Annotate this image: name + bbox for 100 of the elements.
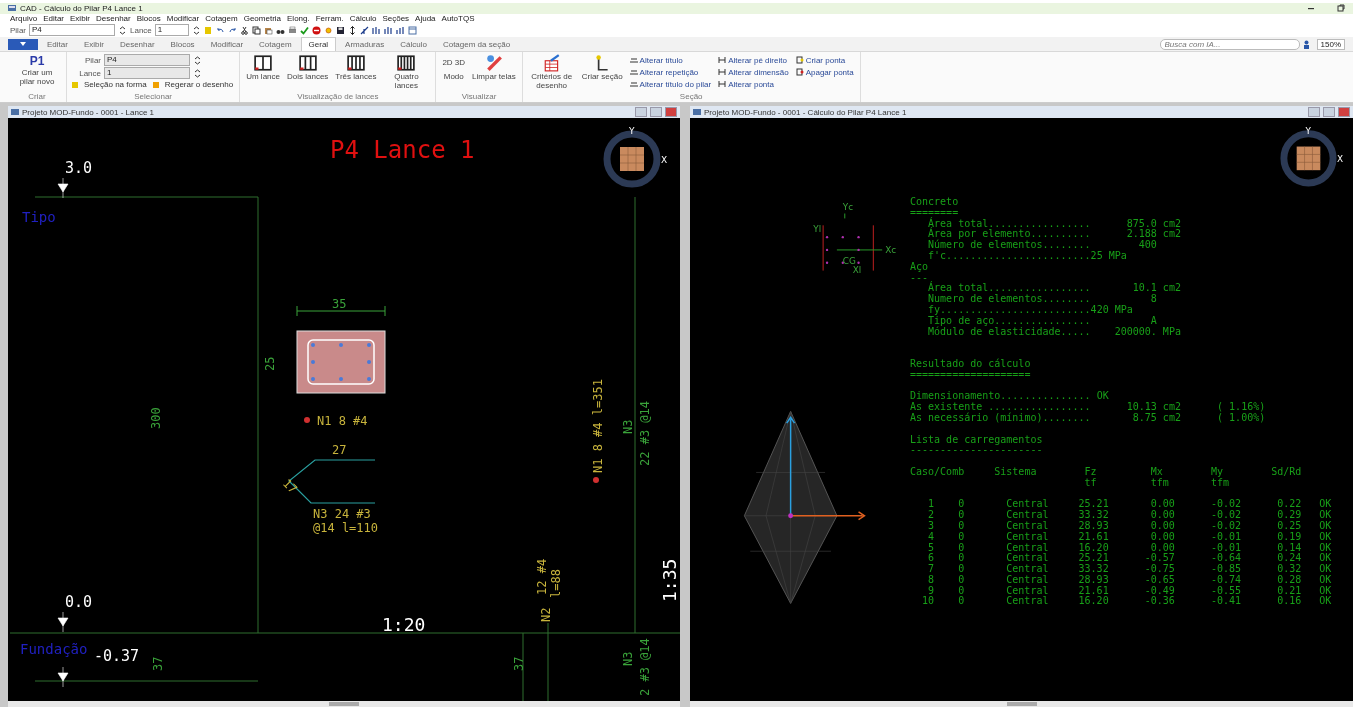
- dimension-icon: [718, 56, 727, 65]
- group-label: Visualização de lances: [296, 92, 380, 102]
- create-section-button[interactable]: Criar seção: [579, 54, 625, 82]
- table-cell-text: 0.00: [1149, 520, 1175, 532]
- ribbon-tab[interactable]: Cotagem: [252, 37, 299, 52]
- ribbon-action[interactable]: Alterar título do pilar: [627, 78, 714, 91]
- menu-item[interactable]: Elong.: [287, 14, 310, 24]
- spin-icon[interactable]: [191, 25, 201, 35]
- ribbon-tab[interactable]: Editar: [40, 37, 75, 52]
- lance-dropdown[interactable]: 1: [104, 67, 190, 80]
- table-cell-text: 16.20: [1077, 596, 1109, 608]
- ribbon-tab[interactable]: Desenhar: [112, 37, 162, 52]
- floor-label: Tipo: [22, 209, 56, 225]
- ribbon-action[interactable]: Seleção na forma: [82, 80, 149, 90]
- table-cell-text: 0.19: [1276, 531, 1302, 543]
- scrollbar-thumb[interactable]: [1006, 702, 1037, 706]
- rebar-icon[interactable]: [359, 25, 369, 35]
- ribbon-tab[interactable]: Geral: [300, 37, 337, 52]
- restore-icon[interactable]: [1337, 4, 1345, 13]
- level-marker-icon: [57, 177, 69, 199]
- ribbon-action[interactable]: Regerar o desenho: [162, 80, 236, 90]
- person-icon: [1301, 39, 1311, 49]
- table-cell-text: 0: [957, 553, 965, 564]
- stirrup-label: N3: [621, 651, 635, 666]
- axis-label: Xc: [885, 244, 897, 255]
- table-cell-text: 5: [927, 542, 935, 553]
- print-icon[interactable]: [287, 25, 297, 35]
- ribbon-action[interactable]: Alterar pé direito: [716, 54, 791, 67]
- menu-item[interactable]: Desenhar: [96, 14, 131, 24]
- table-cell-text: 1: [927, 499, 935, 510]
- check-icon[interactable]: [299, 25, 309, 35]
- table-cell-text: 0.14: [1276, 542, 1302, 553]
- scrollbar-thumb[interactable]: [329, 702, 359, 706]
- redo-icon[interactable]: [227, 25, 237, 35]
- menu-item[interactable]: Seções: [382, 14, 410, 24]
- paste-icon[interactable]: [263, 25, 273, 35]
- dimension-text: 25: [263, 356, 277, 371]
- ribbon-tab[interactable]: Blocos: [163, 37, 202, 52]
- ribbon-action[interactable]: Apagar ponta: [793, 66, 856, 79]
- undo-icon[interactable]: [215, 25, 225, 35]
- menu-item[interactable]: Blocos: [136, 14, 161, 24]
- column-unit: tfm: [1150, 477, 1170, 489]
- app-menu-button[interactable]: [8, 38, 38, 50]
- axis-label: X: [1337, 154, 1344, 165]
- ribbon-tab[interactable]: Cotagem da seção: [435, 37, 518, 52]
- spin-icon[interactable]: [193, 68, 202, 78]
- ribbon-tab[interactable]: Armaduras: [338, 37, 392, 52]
- menu-item[interactable]: Cotagem: [205, 14, 238, 24]
- edit-icon: [629, 68, 638, 77]
- lance-view-button[interactable]: Um lance: [244, 54, 282, 82]
- drawing-criteria-button[interactable]: Critérios de desenho: [526, 54, 577, 91]
- ribbon-action[interactable]: Criar ponta: [793, 54, 856, 67]
- stop-icon[interactable]: [311, 25, 321, 35]
- ribbon-action[interactable]: Alterar dimensão: [716, 66, 791, 79]
- ribbon-action[interactable]: Alterar título: [627, 54, 714, 67]
- lance-view-button[interactable]: Quatro lances: [381, 54, 432, 91]
- report-line: ---: [910, 272, 929, 283]
- ribbon-tab[interactable]: Modificar: [203, 37, 251, 52]
- search-field[interactable]: Busca com IA...: [1159, 38, 1300, 50]
- cut-icon[interactable]: [239, 25, 249, 35]
- lance-view-button[interactable]: Três lances: [333, 54, 379, 82]
- table-cell-text: 0: [957, 499, 965, 510]
- pilar-label: Pilar: [10, 25, 26, 35]
- axis-label: Y: [629, 126, 635, 136]
- clear-screens-button[interactable]: Limpar telas: [470, 54, 518, 82]
- pilar-dropdown[interactable]: P4: [104, 54, 190, 67]
- report-line: Módulo de elasticidade..... 200000. MPa: [927, 326, 1182, 338]
- lance-dropdown[interactable]: 1: [154, 24, 189, 37]
- menu-item[interactable]: Geometria: [243, 14, 282, 24]
- ribbon-action[interactable]: Alterar ponta: [716, 78, 791, 91]
- pilar-dropdown[interactable]: P4: [29, 24, 115, 37]
- save-icon[interactable]: [335, 25, 345, 35]
- menu-item[interactable]: Exibir: [70, 14, 91, 24]
- report-line: Área total................. 10.1 cm2: [927, 283, 1182, 294]
- report-line: As existente ................. 10.13 cm2 ( 1.16%): [910, 402, 1267, 413]
- point-icon: [795, 56, 804, 65]
- ribbon-tab[interactable]: Cálculo: [393, 37, 434, 52]
- report-line: Concreto: [910, 197, 960, 208]
- menu-item[interactable]: AutoTQS: [441, 14, 475, 24]
- menu-item[interactable]: Modificar: [166, 14, 200, 24]
- window-icon[interactable]: [407, 25, 417, 35]
- table-cell-text: 21.61: [1077, 585, 1109, 596]
- mode-button[interactable]: 2D 3D Modo: [440, 54, 468, 82]
- copy-icon[interactable]: [251, 25, 261, 35]
- ribbon-tab[interactable]: Exibir: [76, 37, 111, 52]
- spin-icon[interactable]: [193, 55, 202, 65]
- menu-item[interactable]: Arquivo: [10, 14, 38, 24]
- vertical-arrows-icon[interactable]: [347, 25, 357, 35]
- table-cell-text: -0.74: [1210, 574, 1242, 586]
- menu-item[interactable]: Editar: [43, 14, 65, 24]
- lance-view-button[interactable]: Dois lances: [285, 54, 331, 82]
- spin-icon[interactable]: [118, 25, 127, 35]
- menu-item[interactable]: Ferram.: [315, 14, 344, 24]
- menu-item[interactable]: Cálculo: [349, 14, 377, 24]
- create-pillar-button[interactable]: P1 Criar um pilar novo: [12, 54, 62, 87]
- menu-item[interactable]: Ajuda: [415, 14, 436, 24]
- table-cell-text: 0.00: [1149, 499, 1175, 510]
- ribbon-action[interactable]: Alterar repetição: [627, 66, 714, 79]
- zoom-level[interactable]: 150%: [1316, 38, 1345, 50]
- axis-label: Xl: [852, 264, 862, 275]
